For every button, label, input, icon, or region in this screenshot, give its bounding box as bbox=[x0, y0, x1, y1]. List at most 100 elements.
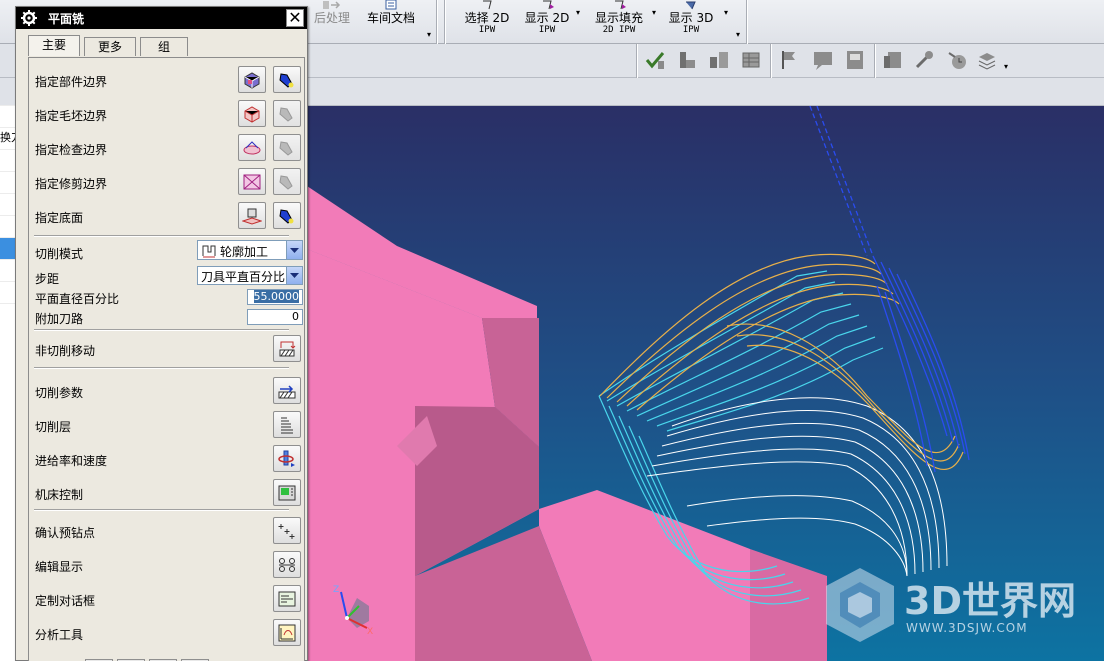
assembly-icon[interactable] bbox=[708, 49, 730, 71]
cut-levels-button[interactable] bbox=[273, 411, 301, 438]
part-boundary-label: 指定部件边界 bbox=[35, 75, 108, 89]
tab-main[interactable]: 主要 bbox=[28, 35, 80, 56]
table-icon[interactable] bbox=[740, 49, 762, 71]
machine-control-button[interactable] bbox=[273, 479, 301, 506]
chevron-down-icon[interactable] bbox=[286, 241, 302, 259]
geometry-item-blank-boundary: 指定毛坯边界 bbox=[35, 107, 107, 124]
display-blank-boundary-button[interactable] bbox=[273, 100, 301, 127]
watermark: 3D世界网 WWW.3DSJW.COM bbox=[822, 566, 1092, 646]
select-blank-boundary-button[interactable] bbox=[238, 100, 266, 127]
divider bbox=[34, 367, 289, 369]
select-trim-boundary-button[interactable] bbox=[238, 168, 266, 195]
edit-display-button[interactable] bbox=[273, 551, 301, 578]
analysis-tools-icon bbox=[278, 624, 296, 642]
show-ipw-icon bbox=[543, 0, 554, 10]
verify-icon[interactable] bbox=[644, 49, 666, 71]
toolpath-blue bbox=[809, 106, 970, 473]
flashlight-icon bbox=[279, 73, 294, 88]
viewport-header bbox=[307, 78, 1104, 106]
geometry-item-part-boundary: 指定部件边界 bbox=[35, 73, 107, 90]
toolbar-separator bbox=[874, 44, 875, 78]
stepover-select[interactable]: 刀具平直百分比 bbox=[197, 266, 303, 285]
stack-icon[interactable] bbox=[976, 49, 998, 71]
display-floor-button[interactable] bbox=[273, 202, 301, 229]
tab-group[interactable]: 组 bbox=[140, 37, 188, 56]
toolbar-separator bbox=[436, 0, 437, 44]
customize-dialog-label-text: 定制对话框 bbox=[35, 594, 96, 608]
show-3d-dropdown-icon[interactable]: ▾ bbox=[724, 8, 728, 17]
display-part-boundary-button[interactable] bbox=[273, 66, 301, 93]
flashlight-icon bbox=[279, 107, 293, 122]
display-trim-boundary-button[interactable] bbox=[273, 168, 301, 195]
machine-icon[interactable] bbox=[676, 49, 698, 71]
layers-icon[interactable] bbox=[882, 49, 904, 71]
divider bbox=[34, 509, 289, 511]
postprocess-button[interactable]: 后处理 bbox=[310, 0, 354, 44]
flashlight-icon bbox=[279, 175, 293, 190]
additional-passes-input[interactable]: 0 bbox=[247, 309, 303, 325]
close-icon[interactable]: ✕ bbox=[286, 9, 304, 27]
comment-icon[interactable] bbox=[812, 49, 834, 71]
document-list-icon[interactable] bbox=[844, 49, 866, 71]
customize-dialog-button[interactable] bbox=[273, 585, 301, 612]
show-fill-dropdown-icon[interactable]: ▾ bbox=[652, 8, 656, 17]
gear-icon[interactable] bbox=[20, 9, 38, 27]
flat-diameter-percent-input[interactable]: 55.0000 bbox=[247, 289, 303, 305]
customize-dialog-icon bbox=[278, 591, 296, 607]
flashlight-icon bbox=[279, 141, 293, 156]
cut-parameters-icon bbox=[278, 385, 296, 399]
check-boundary-icon bbox=[243, 141, 261, 155]
clock-icon[interactable] bbox=[946, 49, 968, 71]
non-cutting-moves-label: 非切削移动 bbox=[35, 342, 95, 359]
blank-boundary-icon bbox=[244, 106, 260, 123]
non-cutting-moves-button[interactable] bbox=[273, 335, 301, 362]
analysis-tools-button[interactable] bbox=[273, 619, 301, 646]
trim-boundary-icon bbox=[243, 174, 261, 190]
show-2d-ipw-button[interactable]: 显示 2D IPW bbox=[518, 0, 576, 44]
dialog-title-bar[interactable]: 平面铣 ✕ bbox=[16, 7, 307, 29]
shop-doc-label: 车间文档 bbox=[366, 11, 415, 25]
feeds-speeds-label: 进给率和速度 bbox=[35, 452, 107, 469]
divider bbox=[34, 235, 289, 237]
show-3d-ipw-button[interactable]: 显示 3D IPW bbox=[662, 0, 720, 44]
cut-mode-value: 轮廓加工 bbox=[220, 245, 269, 259]
shop-doc-button[interactable]: 车间文档 bbox=[362, 0, 420, 44]
flat-diameter-percent-label-text: 平面直径百分比 bbox=[35, 292, 120, 306]
show-2d-dropdown-icon[interactable]: ▾ bbox=[576, 8, 580, 17]
select-check-boundary-button[interactable] bbox=[238, 134, 266, 161]
edit-display-icon bbox=[279, 558, 295, 572]
select-2d-ipw-button[interactable]: 选择 2D IPW bbox=[458, 0, 516, 44]
trim-boundary-label: 指定修剪边界 bbox=[35, 177, 108, 191]
toolbar2-overflow-icon[interactable]: ▾ bbox=[1004, 62, 1008, 71]
confirm-predrill-label-text: 确认预钻点 bbox=[35, 526, 96, 540]
toolbar-overflow-icon[interactable]: ▾ bbox=[736, 30, 740, 39]
toolbar-separator bbox=[636, 44, 637, 78]
display-check-boundary-button[interactable] bbox=[273, 134, 301, 161]
cut-mode-select[interactable]: 轮廓加工 bbox=[197, 240, 303, 260]
select-2d-sub: IPW bbox=[478, 25, 496, 35]
check-boundary-label: 指定检查边界 bbox=[35, 143, 108, 157]
show-fill-2d-ipw-button[interactable]: 显示填充 2D IPW bbox=[588, 0, 650, 44]
select-floor-button[interactable] bbox=[238, 202, 266, 229]
feeds-speeds-button[interactable] bbox=[273, 445, 301, 472]
chevron-down-icon[interactable] bbox=[286, 267, 302, 284]
watermark-brand: 3D世界网 bbox=[904, 579, 1076, 623]
tab-more[interactable]: 更多 bbox=[84, 37, 136, 56]
cut-parameters-button[interactable] bbox=[273, 377, 301, 404]
non-cutting-moves-label-text: 非切削移动 bbox=[35, 344, 96, 358]
tool-wrench-icon[interactable] bbox=[914, 49, 936, 71]
triad-z-label: Z bbox=[333, 585, 339, 595]
toolbar-overflow-icon[interactable]: ▾ bbox=[427, 30, 431, 39]
cut-parameters-label: 切削参数 bbox=[35, 384, 83, 401]
confirm-predrill-button[interactable] bbox=[273, 517, 301, 544]
predrill-points-icon bbox=[278, 524, 295, 539]
show-fill-icon bbox=[615, 0, 626, 10]
additional-passes-label: 附加刀路 bbox=[35, 310, 83, 327]
flag-icon[interactable] bbox=[778, 49, 800, 71]
select-part-boundary-button[interactable] bbox=[238, 66, 266, 93]
tab-group-label: 组 bbox=[157, 40, 170, 54]
show-fill-sub: 2D IPW bbox=[602, 25, 636, 35]
machine-control-label-text: 机床控制 bbox=[35, 488, 84, 502]
edit-display-label: 编辑显示 bbox=[35, 558, 83, 575]
geometry-item-check-boundary: 指定检查边界 bbox=[35, 141, 107, 158]
